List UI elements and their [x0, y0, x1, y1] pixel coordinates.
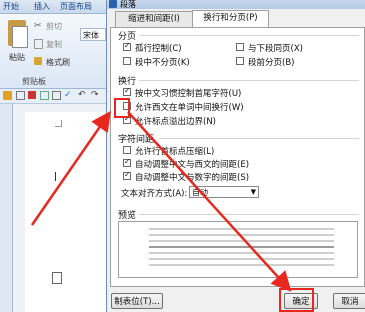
- red-arrow-to-checkbox: [30, 110, 111, 226]
- annotation-arrows: [30, 110, 292, 292]
- red-arrow-to-ok-button: [127, 111, 292, 292]
